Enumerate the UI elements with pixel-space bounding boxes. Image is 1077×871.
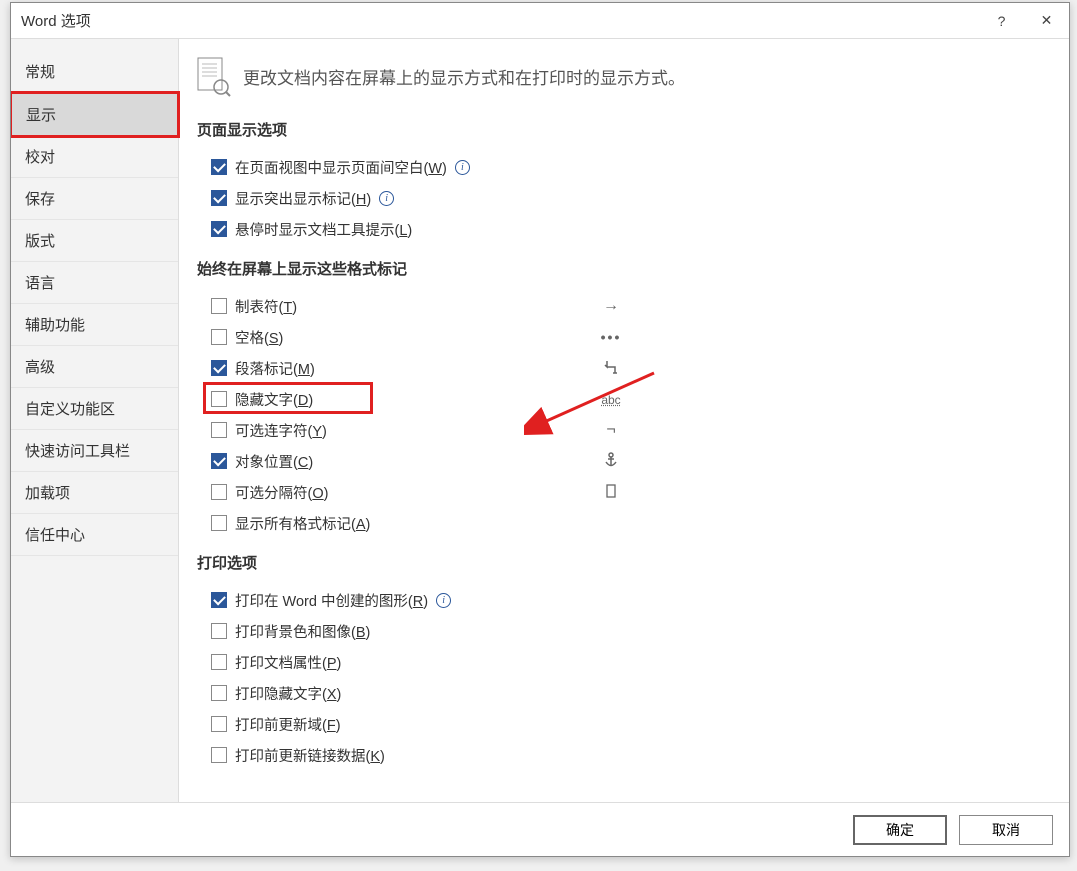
- format-marks-label-1: 空格(S): [235, 327, 283, 348]
- sidebar: 常规显示校对保存版式语言辅助功能高级自定义功能区快速访问工具栏加载项信任中心: [11, 39, 179, 802]
- print-checkbox-1[interactable]: [211, 623, 227, 639]
- print-label-2: 打印文档属性(P): [235, 652, 341, 673]
- sidebar-item-1[interactable]: 显示: [11, 93, 178, 136]
- section-title-format-marks: 始终在屏幕上显示这些格式标记: [197, 258, 1041, 279]
- cancel-button[interactable]: 取消: [959, 815, 1053, 845]
- format-mark-symbol-4: ¬: [591, 421, 631, 439]
- info-icon[interactable]: i: [379, 191, 394, 206]
- format-mark-symbol-1: •••: [591, 329, 631, 345]
- format-mark-symbol-2: [591, 359, 631, 378]
- print-option-2: 打印文档属性(P): [211, 649, 1041, 675]
- section-title-print: 打印选项: [197, 552, 1041, 573]
- format-marks-option-7: 显示所有格式标记(A): [211, 510, 631, 536]
- sidebar-item-0[interactable]: 常规: [11, 51, 178, 93]
- print-label-0: 打印在 Word 中创建的图形(R): [235, 590, 428, 611]
- format-marks-label-2: 段落标记(M): [235, 358, 315, 379]
- format-marks-checkbox-7[interactable]: [211, 515, 227, 531]
- dialog-body: 常规显示校对保存版式语言辅助功能高级自定义功能区快速访问工具栏加载项信任中心 更…: [11, 39, 1069, 802]
- print-label-5: 打印前更新链接数据(K): [235, 745, 385, 766]
- format-marks-label-3: 隐藏文字(D): [235, 389, 313, 410]
- content-pane: 更改文档内容在屏幕上的显示方式和在打印时的显示方式。 页面显示选项 在页面视图中…: [179, 39, 1069, 802]
- page-display-checkbox-1[interactable]: [211, 190, 227, 206]
- page-display-label-0: 在页面视图中显示页面间空白(W): [235, 157, 447, 178]
- titlebar: Word 选项 ? ✕: [11, 3, 1069, 39]
- section-title-page-display: 页面显示选项: [197, 119, 1041, 140]
- print-option-0: 打印在 Word 中创建的图形(R) i: [211, 587, 1041, 613]
- format-marks-option-5: 对象位置(C): [211, 448, 631, 474]
- ok-button[interactable]: 确定: [853, 815, 947, 845]
- format-marks-label-7: 显示所有格式标记(A): [235, 513, 370, 534]
- close-button[interactable]: ✕: [1024, 3, 1069, 39]
- print-label-3: 打印隐藏文字(X): [235, 683, 341, 704]
- format-marks-checkbox-5[interactable]: [211, 453, 227, 469]
- format-marks-label-4: 可选连字符(Y): [235, 420, 327, 441]
- sidebar-item-2[interactable]: 校对: [11, 136, 178, 178]
- format-marks-checkbox-6[interactable]: [211, 484, 227, 500]
- sidebar-item-9[interactable]: 快速访问工具栏: [11, 430, 178, 472]
- format-marks-option-4: 可选连字符(Y) ¬: [211, 417, 631, 443]
- page-display-checkbox-2[interactable]: [211, 221, 227, 237]
- format-mark-symbol-0: →: [591, 297, 631, 315]
- sidebar-item-4[interactable]: 版式: [11, 220, 178, 262]
- print-label-1: 打印背景色和图像(B): [235, 621, 370, 642]
- format-marks-checkbox-2[interactable]: [211, 360, 227, 376]
- word-options-dialog: Word 选项 ? ✕ 常规显示校对保存版式语言辅助功能高级自定义功能区快速访问…: [10, 2, 1070, 857]
- format-marks-checkbox-4[interactable]: [211, 422, 227, 438]
- sidebar-item-6[interactable]: 辅助功能: [11, 304, 178, 346]
- print-checkbox-2[interactable]: [211, 654, 227, 670]
- format-marks-checkbox-3[interactable]: [211, 391, 227, 407]
- page-display-option-0: 在页面视图中显示页面间空白(W) i: [211, 154, 1041, 180]
- print-checkbox-5[interactable]: [211, 747, 227, 763]
- format-marks-option-2: 段落标记(M): [211, 355, 631, 381]
- intro-text: 更改文档内容在屏幕上的显示方式和在打印时的显示方式。: [243, 64, 685, 89]
- sidebar-item-7[interactable]: 高级: [11, 346, 178, 388]
- print-option-4: 打印前更新域(F): [211, 711, 1041, 737]
- print-checkbox-3[interactable]: [211, 685, 227, 701]
- sidebar-item-5[interactable]: 语言: [11, 262, 178, 304]
- format-mark-symbol-6: [591, 483, 631, 502]
- help-button[interactable]: ?: [979, 3, 1024, 39]
- print-label-4: 打印前更新域(F): [235, 714, 341, 735]
- format-marks-checkbox-0[interactable]: [211, 298, 227, 314]
- sidebar-item-10[interactable]: 加载项: [11, 472, 178, 514]
- page-display-options: 在页面视图中显示页面间空白(W) i 显示突出显示标记(H) i 悬停时显示文档工具提示…: [197, 154, 1041, 242]
- sidebar-item-8[interactable]: 自定义功能区: [11, 388, 178, 430]
- page-display-option-2: 悬停时显示文档工具提示(L): [211, 216, 1041, 242]
- format-marks-label-6: 可选分隔符(O): [235, 482, 328, 503]
- format-mark-symbol-3: abc: [591, 391, 631, 407]
- intro-row: 更改文档内容在屏幕上的显示方式和在打印时的显示方式。: [197, 57, 1041, 95]
- format-marks-label-5: 对象位置(C): [235, 451, 313, 472]
- print-checkbox-0[interactable]: [211, 592, 227, 608]
- document-preview-icon: [197, 57, 229, 95]
- info-icon[interactable]: i: [436, 593, 451, 608]
- format-marks-options: 制表符(T)→空格(S)•••段落标记(M)隐藏文字(D)abc可选连字符(Y)…: [197, 293, 617, 536]
- dialog-title: Word 选项: [21, 10, 979, 31]
- format-marks-option-1: 空格(S) •••: [211, 324, 631, 350]
- format-marks-checkbox-1[interactable]: [211, 329, 227, 345]
- print-options: 打印在 Word 中创建的图形(R) i 打印背景色和图像(B) 打印文档属性(P) 打…: [197, 587, 1041, 768]
- page-display-checkbox-0[interactable]: [211, 159, 227, 175]
- page-display-option-1: 显示突出显示标记(H) i: [211, 185, 1041, 211]
- page-display-label-2: 悬停时显示文档工具提示(L): [235, 219, 412, 240]
- print-checkbox-4[interactable]: [211, 716, 227, 732]
- print-option-3: 打印隐藏文字(X): [211, 680, 1041, 706]
- format-marks-label-0: 制表符(T): [235, 296, 297, 317]
- format-marks-option-0: 制表符(T) →: [211, 293, 631, 319]
- sidebar-item-3[interactable]: 保存: [11, 178, 178, 220]
- format-marks-option-3: 隐藏文字(D) abc: [211, 386, 631, 412]
- format-marks-option-6: 可选分隔符(O): [211, 479, 631, 505]
- sidebar-item-11[interactable]: 信任中心: [11, 514, 178, 556]
- print-option-5: 打印前更新链接数据(K): [211, 742, 1041, 768]
- print-option-1: 打印背景色和图像(B): [211, 618, 1041, 644]
- info-icon[interactable]: i: [455, 160, 470, 175]
- button-bar: 确定 取消: [11, 802, 1069, 856]
- page-display-label-1: 显示突出显示标记(H): [235, 188, 371, 209]
- format-mark-symbol-5: [591, 452, 631, 471]
